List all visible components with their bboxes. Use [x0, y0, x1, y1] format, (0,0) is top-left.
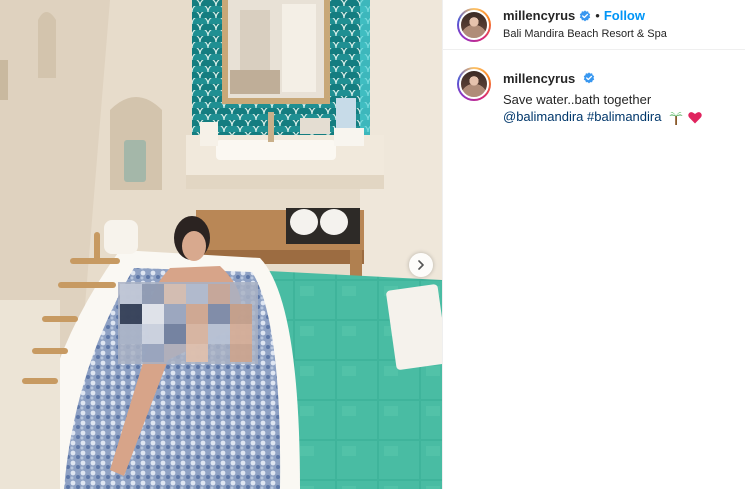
separator-dot: • [595, 7, 600, 23]
avatar[interactable] [457, 7, 491, 42]
caption: millencyrus Save water..bath together @b… [443, 50, 745, 125]
location-link[interactable]: Bali Mandira Beach Resort & Spa [503, 26, 667, 42]
follow-button[interactable]: Follow [604, 8, 645, 24]
post-photo [0, 0, 442, 489]
palm-tree-icon [669, 111, 683, 125]
red-heart-icon [688, 112, 702, 124]
caption-avatar[interactable] [457, 67, 491, 101]
bathroom-photo-illustration [0, 0, 442, 489]
mention-link[interactable]: @balimandira [503, 109, 583, 124]
chevron-right-icon [418, 260, 424, 270]
header-username[interactable]: millencyrus [503, 8, 575, 24]
next-photo-button[interactable] [409, 253, 433, 277]
hashtag-link[interactable]: #balimandira [587, 109, 661, 124]
caption-text: Save water..bath together [503, 92, 652, 107]
post-header: millencyrus • Follow Bali Mandira Beach … [443, 0, 745, 50]
post-side-panel: millencyrus • Follow Bali Mandira Beach … [442, 0, 745, 489]
caption-username[interactable]: millencyrus [503, 70, 575, 87]
verified-badge-icon [583, 72, 595, 84]
verified-badge-icon [580, 9, 591, 21]
